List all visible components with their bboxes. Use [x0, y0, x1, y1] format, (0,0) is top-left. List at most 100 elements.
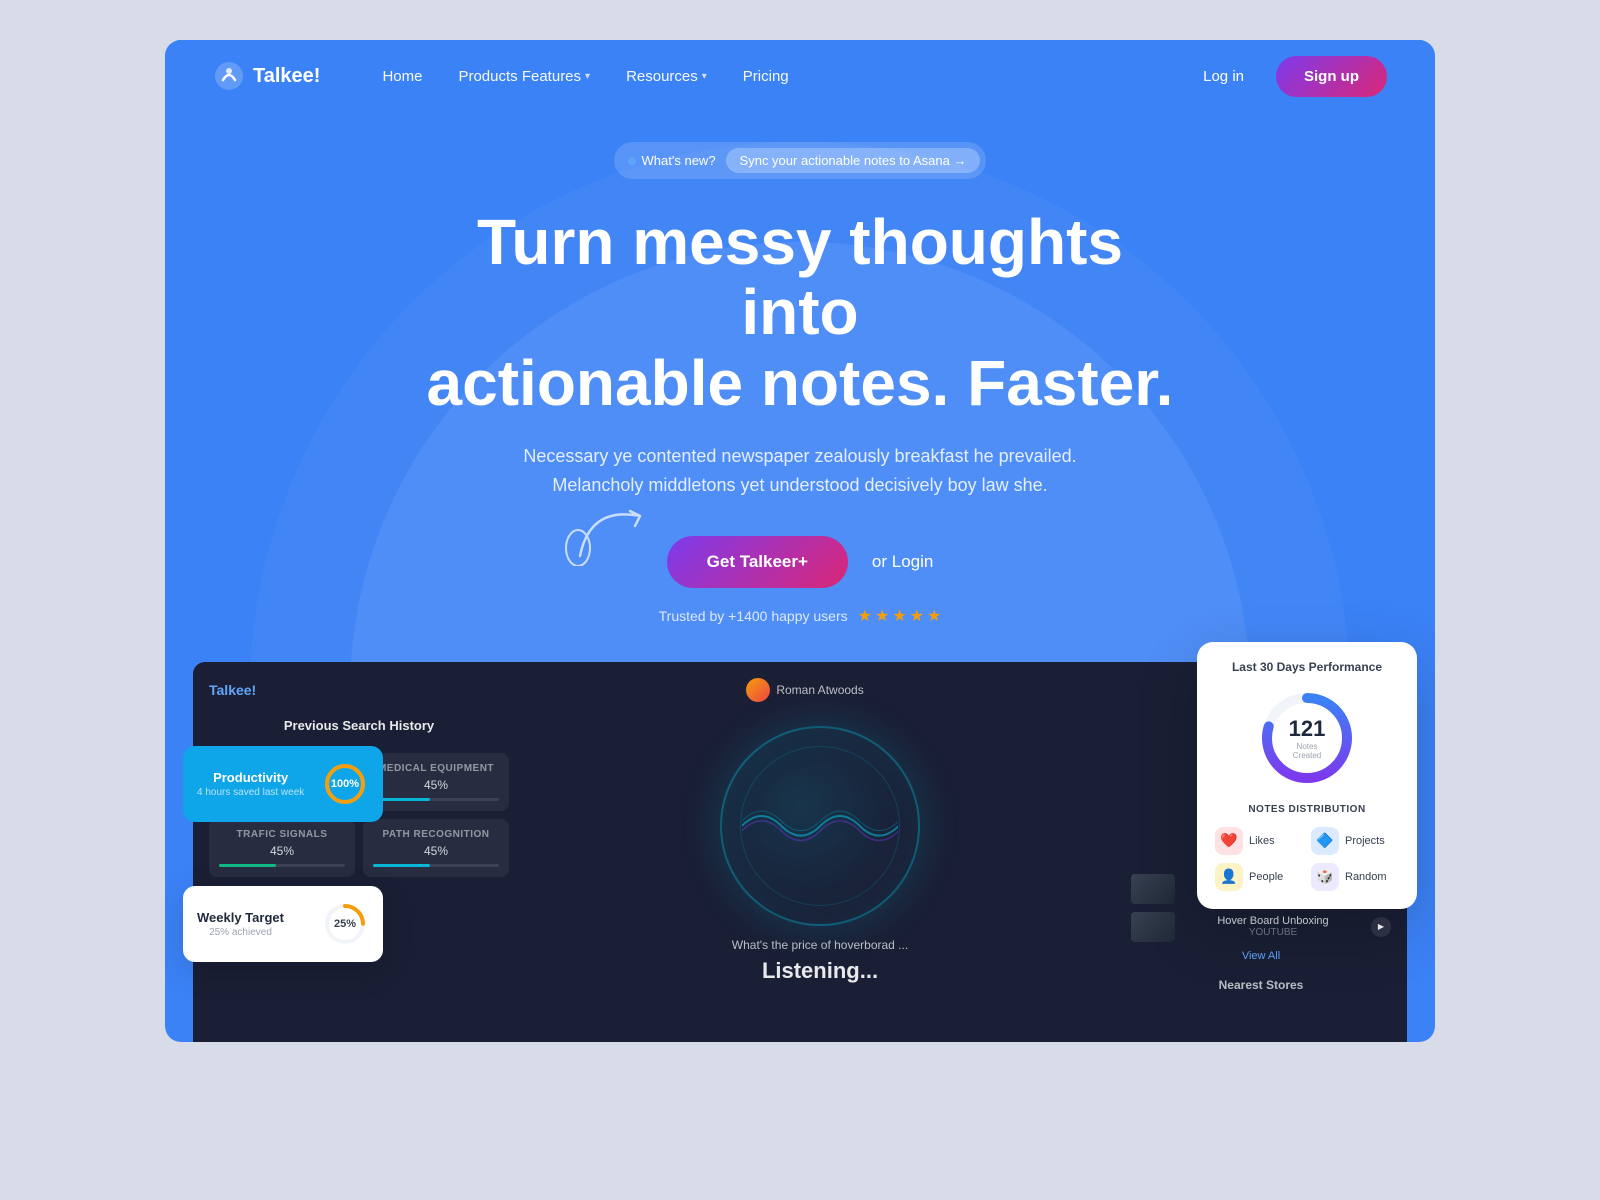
medical-bar: [373, 798, 499, 801]
medical-label: MEDICAL EQUIPMENT: [373, 763, 499, 774]
notes-item-random: 🎲 Random: [1311, 863, 1399, 891]
weekly-target-card: Weekly Target 25% achieved 25%: [183, 886, 383, 962]
hero-cta-row: Get Talkeer+ or Login: [213, 536, 1387, 588]
random-icon: 🎲: [1311, 863, 1339, 891]
video-source-2: YOUTUBE: [1183, 927, 1363, 938]
prod-circle: 100%: [321, 760, 369, 808]
star-rating: ★ ★ ★ ★ ★: [858, 606, 942, 626]
prod-title: Productivity: [197, 770, 304, 785]
nav-products[interactable]: Products Features ▾: [444, 60, 604, 93]
prod-sub: 4 hours saved last week: [197, 787, 304, 798]
prod-info: Productivity 4 hours saved last week: [197, 770, 304, 798]
dash-user: Roman Atwoods: [746, 678, 863, 702]
gauge-number: 121: [1282, 716, 1332, 742]
weekly-info: Weekly Target 25% achieved: [197, 910, 284, 938]
video-thumb-1: [1131, 874, 1175, 904]
nav-actions: Log in Sign up: [1187, 56, 1387, 97]
path-bar-fill: [373, 864, 430, 867]
path-bar: [373, 864, 499, 867]
trust-text: Trusted by +1400 happy users: [659, 608, 848, 624]
logo-text: Talkee!: [253, 65, 320, 88]
badge-label: What's new?: [628, 153, 716, 168]
medical-value: 45%: [373, 778, 499, 792]
weekly-title: Weekly Target: [197, 910, 284, 925]
weekly-sub: 25% achieved: [197, 927, 284, 938]
signup-button[interactable]: Sign up: [1276, 56, 1387, 97]
weekly-circle: 25%: [321, 900, 369, 948]
notes-item-projects: 🔷 Projects: [1311, 827, 1399, 855]
video-item-2[interactable]: Hover Board Unboxing YOUTUBE ▶: [1131, 912, 1391, 942]
star-3: ★: [892, 606, 906, 626]
play-button-2[interactable]: ▶: [1371, 917, 1391, 937]
nav-home[interactable]: Home: [368, 60, 436, 93]
gauge-area: 121 Notes Created: [1215, 688, 1399, 788]
medical-card: MEDICAL EQUIPMENT 45%: [363, 753, 509, 811]
search-history-title: Previous Search History: [209, 718, 509, 733]
dash-logo: Talkee!: [209, 682, 256, 698]
dash-avatar: [746, 678, 770, 702]
video-title-2: Hover Board Unboxing: [1183, 915, 1363, 927]
badge-cta[interactable]: Sync your actionable notes to Asana →: [726, 148, 981, 173]
people-label: People: [1249, 871, 1283, 883]
hero-content: What's new? Sync your actionable notes t…: [213, 142, 1387, 626]
hero-title: Turn messy thoughts into actionable note…: [410, 207, 1190, 418]
gauge-label: Notes Created: [1282, 742, 1332, 760]
prod-value: 100%: [331, 778, 359, 790]
star-1: ★: [858, 606, 872, 626]
or-login-link[interactable]: or Login: [872, 552, 933, 572]
nav-resources[interactable]: Resources ▾: [612, 60, 721, 93]
productivity-card: Productivity 4 hours saved last week 100…: [183, 746, 383, 822]
nearest-stores-title: Nearest Stores: [1131, 978, 1391, 992]
nav-pricing[interactable]: Pricing: [729, 60, 803, 93]
sphere-visual: [720, 726, 920, 926]
nav-links: Home Products Features ▾ Resources ▾ Pri…: [368, 60, 1187, 93]
dash-center-panel: What's the price of hoverborad ... Liste…: [525, 718, 1115, 992]
badge-dot-icon: [628, 157, 636, 165]
traffic-label: TRAFIC SIGNALS: [219, 829, 345, 840]
performance-card: Last 30 Days Performance: [1197, 642, 1417, 909]
page-wrapper: Talkee! Home Products Features ▾ Resourc…: [165, 40, 1435, 1042]
random-label: Random: [1345, 871, 1387, 883]
wave-svg: [742, 767, 899, 885]
login-button[interactable]: Log in: [1187, 60, 1260, 93]
logo-area[interactable]: Talkee!: [213, 60, 320, 92]
arrow-deco-icon: [560, 486, 680, 566]
weekly-value: 25%: [334, 918, 356, 930]
perf-card-title: Last 30 Days Performance: [1215, 660, 1399, 674]
gauge-circle: 121 Notes Created: [1257, 688, 1357, 788]
notes-item-likes: ❤️ Likes: [1215, 827, 1303, 855]
sphere-caption: What's the price of hoverborad ...: [732, 938, 908, 952]
notes-grid: ❤️ Likes 🔷 Projects 👤 People 🎲 Random: [1215, 827, 1399, 891]
path-card: PATH RECOGNITION 45%: [363, 819, 509, 877]
star-2: ★: [875, 606, 889, 626]
star-5: ★: [927, 606, 941, 626]
people-icon: 👤: [1215, 863, 1243, 891]
trust-row: Trusted by +1400 happy users ★ ★ ★ ★ ★: [213, 606, 1387, 626]
whats-new-badge[interactable]: What's new? Sync your actionable notes t…: [614, 142, 987, 179]
projects-icon: 🔷: [1311, 827, 1339, 855]
traffic-card: TRAFIC SIGNALS 45%: [209, 819, 355, 877]
path-label: PATH RECOGNITION: [373, 829, 499, 840]
projects-label: Projects: [1345, 835, 1385, 847]
likes-icon: ❤️: [1215, 827, 1243, 855]
hero-section: What's new? Sync your actionable notes t…: [165, 112, 1435, 1042]
traffic-bar: [219, 864, 345, 867]
video-info-2: Hover Board Unboxing YOUTUBE: [1183, 915, 1363, 938]
resources-chevron-icon: ▾: [702, 71, 707, 82]
gauge-value: 121 Notes Created: [1282, 716, 1332, 760]
view-all-videos-link[interactable]: View All: [1131, 950, 1391, 962]
prod-row: Productivity 4 hours saved last week 100…: [197, 760, 369, 808]
listening-text: Listening...: [762, 958, 878, 984]
get-talkeer-button[interactable]: Get Talkeer+: [667, 536, 848, 588]
notes-dist-title: NOTES DISTRIBUTION: [1215, 804, 1399, 815]
traffic-value: 45%: [219, 844, 345, 858]
dashboard-preview: Last 30 Days Performance: [193, 662, 1407, 1042]
likes-label: Likes: [1249, 835, 1275, 847]
path-value: 45%: [373, 844, 499, 858]
notes-item-people: 👤 People: [1215, 863, 1303, 891]
star-4: ★: [910, 606, 924, 626]
weekly-row: Weekly Target 25% achieved 25%: [197, 900, 369, 948]
products-chevron-icon: ▾: [585, 71, 590, 82]
navbar: Talkee! Home Products Features ▾ Resourc…: [165, 40, 1435, 112]
logo-icon: [213, 60, 245, 92]
